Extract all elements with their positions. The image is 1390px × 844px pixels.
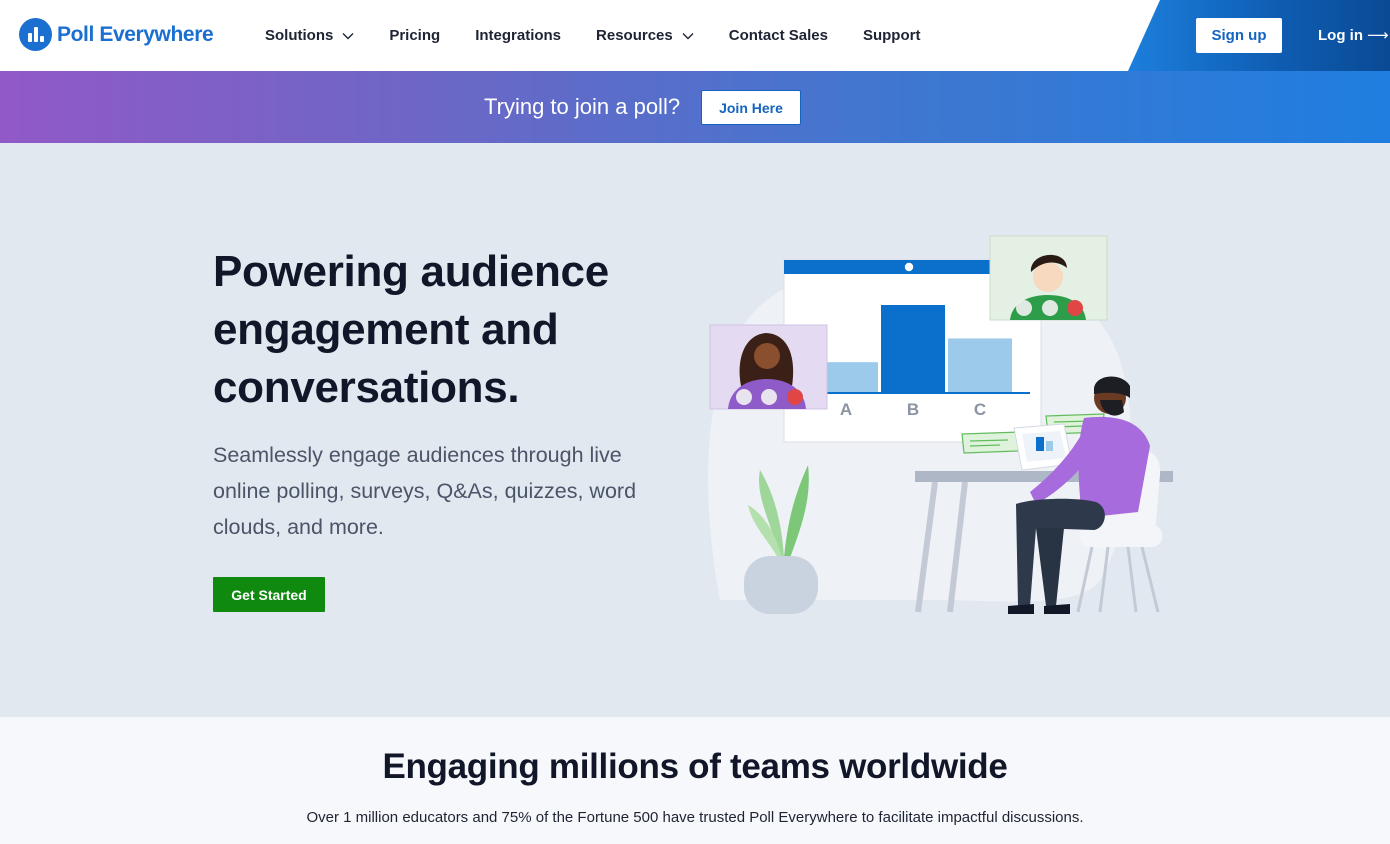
top-navigation: Poll Everywhere Solutions Pricing Integr… (0, 0, 1390, 71)
nav-support[interactable]: Support (863, 27, 921, 44)
participant-man-video-tile (989, 235, 1108, 321)
hero-section: Powering audience engagement and convers… (0, 143, 1390, 717)
poll-window-logo-icon (904, 262, 914, 272)
logo-bars-icon (19, 18, 52, 51)
poll-label-a: A (840, 400, 852, 419)
chevron-down-icon (342, 32, 354, 39)
get-started-button[interactable]: Get Started (213, 577, 325, 612)
nav-integrations-label: Integrations (475, 27, 562, 44)
signup-button[interactable]: Sign up (1196, 18, 1282, 53)
nav-contact-sales[interactable]: Contact Sales (729, 27, 828, 44)
poll-bar-b (881, 305, 945, 393)
nav-solutions[interactable]: Solutions (265, 27, 354, 44)
nav-support-label: Support (862, 27, 921, 44)
hero-illustration: A B C (708, 235, 1173, 614)
poll-label-c: C (974, 400, 986, 419)
login-label: Log in (1318, 26, 1363, 44)
join-here-button[interactable]: Join Here (701, 90, 801, 125)
poll-label-b: B (907, 400, 919, 419)
poll-bar-c (948, 338, 1012, 393)
nav-resources[interactable]: Resources (596, 27, 694, 44)
stats-title: Engaging millions of teams worldwide (382, 747, 1008, 786)
join-poll-banner: Trying to join a poll? Join Here (0, 71, 1390, 143)
participant-woman-video-tile (709, 324, 828, 410)
brand-logo[interactable]: Poll Everywhere (19, 18, 214, 51)
nav-pricing-label: Pricing (389, 27, 441, 44)
brand-name: Poll Everywhere (57, 22, 214, 46)
hero-title: Powering audience engagement and convers… (213, 247, 609, 412)
join-poll-text: Trying to join a poll? (484, 94, 681, 119)
nav-pricing[interactable]: Pricing (389, 27, 440, 44)
stats-text: Over 1 million educators and 75% of the … (306, 809, 1084, 826)
arrow-right-icon: ⟶ (1367, 27, 1389, 44)
nav-integrations[interactable]: Integrations (475, 27, 561, 44)
nav-resources-label: Resources (596, 27, 673, 44)
hero-description: Seamlessly engage audiences through live… (213, 443, 637, 539)
login-link[interactable]: Log in ⟶ (1318, 26, 1389, 45)
chevron-down-icon (682, 32, 694, 39)
main-nav: Solutions Pricing Integrations Resources… (265, 0, 955, 71)
nav-solutions-label: Solutions (265, 27, 334, 44)
nav-contact-sales-label: Contact Sales (728, 27, 828, 44)
stats-section: Engaging millions of teams worldwide Ove… (0, 717, 1390, 844)
